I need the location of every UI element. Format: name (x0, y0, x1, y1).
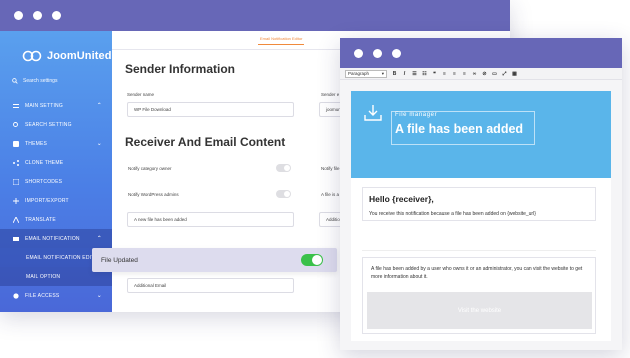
palette-icon (13, 140, 19, 147)
chevron-down-icon: ⌄ (96, 141, 102, 147)
notify-category-owner-toggle[interactable] (276, 164, 291, 172)
sidebar-item-label: TRANSLATE (25, 216, 56, 223)
sender-email-label: Sender e (321, 92, 340, 97)
sidebar-item-search-setting[interactable]: SEARCH SETTING (0, 115, 112, 134)
format-select[interactable]: Paragraph ▾ (345, 69, 387, 78)
receiver-heading: Receiver And Email Content (125, 135, 286, 149)
align-center-button[interactable]: ≡ (452, 71, 457, 77)
file-updated-toggle[interactable] (301, 254, 323, 266)
notify-file-label: Notify file (321, 166, 340, 171)
share-icon (13, 159, 19, 166)
sliders-icon (13, 103, 19, 108)
additional-email-input[interactable]: Additional Email (127, 278, 294, 293)
sidebar-item-label: MAIN SETTING (25, 102, 63, 109)
file-updated-row: File Updated (92, 248, 337, 272)
sidebar-item-label: CLONE THEME (25, 159, 64, 166)
email-hero: File manager A file has been added (351, 91, 611, 178)
bold-button[interactable]: B (392, 71, 397, 77)
brand-logo[interactable]: JoomUnited (0, 31, 112, 69)
sidebar-item-label: SEARCH SETTING (25, 121, 72, 128)
sidebar-item-label: SHORTCODES (25, 178, 63, 185)
align-left-button[interactable]: ≡ (442, 71, 447, 77)
sidebar-item-import-export[interactable]: IMPORT/EXPORT (0, 191, 112, 210)
sender-heading: Sender Information (125, 62, 236, 76)
window-dot-3[interactable] (392, 48, 401, 58)
notice-text: You receive this notification because a … (369, 211, 536, 217)
editor-toolbar: Paragraph ▾ B I ☰ ☷ ❝ ≡ ≡ ≡ ∞ ⊘ ▭ ⤢ ▦ (340, 68, 622, 80)
italic-button[interactable]: I (402, 71, 407, 77)
joomunited-logo-icon (22, 50, 42, 61)
sidebar-item-label: MAIL OPTION (26, 273, 61, 280)
sidebar-item-translate[interactable]: TRANSLATE (0, 210, 112, 229)
window-dot-1[interactable] (14, 11, 23, 20)
search-icon (12, 78, 18, 84)
bullet-list-button[interactable]: ☰ (412, 71, 417, 77)
file-is-label: A file is a (321, 192, 340, 197)
editor-window: Paragraph ▾ B I ☰ ☷ ❝ ≡ ≡ ≡ ∞ ⊘ ▭ ⤢ ▦ Fil… (340, 38, 622, 350)
file-updated-label: File Updated (101, 256, 138, 264)
fullscreen-button[interactable]: ⤢ (502, 71, 507, 77)
chevron-up-icon: ⌃ (96, 236, 102, 242)
window-dot-1[interactable] (354, 48, 363, 58)
sidebar-item-clone-theme[interactable]: CLONE THEME (0, 153, 112, 172)
window-dot-2[interactable] (373, 48, 382, 58)
new-file-subject-input[interactable]: A new file has been added (127, 212, 294, 227)
link-button[interactable]: ∞ (472, 71, 477, 77)
divider (362, 250, 596, 251)
sidebar-item-label: EMAIL NOTIFICATION EDITOR (26, 254, 103, 261)
search-placeholder: Search settings (23, 78, 58, 84)
chevron-up-icon: ⌃ (96, 103, 102, 109)
sidebar-item-label: THEMES (25, 140, 48, 147)
sender-name-label: Sender name (127, 92, 155, 97)
sidebar-item-file-access[interactable]: FILE ACCESS ⌄ (0, 286, 112, 305)
horizontal-rule-button[interactable]: ▭ (492, 71, 497, 77)
window-dot-2[interactable] (33, 11, 42, 20)
body-block[interactable]: A file has been added by a user who owns… (362, 257, 596, 334)
sender-name-input[interactable]: WP File Download (127, 102, 294, 117)
sidebar-item-label: IMPORT/EXPORT (25, 197, 69, 204)
sidebar-item-themes[interactable]: THEMES ⌄ (0, 134, 112, 153)
editor-window-titlebar (340, 38, 622, 68)
table-button[interactable]: ▦ (512, 71, 517, 77)
import-export-icon (13, 197, 19, 204)
sidebar-item-main-setting[interactable]: MAIN SETTING ⌃ (0, 96, 112, 115)
code-icon (13, 178, 19, 185)
greeting-text: Hello {receiver}, (369, 194, 434, 204)
chevron-down-icon: ⌄ (96, 293, 102, 299)
greeting-block[interactable]: Hello {receiver}, You receive this notif… (362, 187, 596, 221)
blockquote-button[interactable]: ❝ (432, 71, 437, 77)
unlink-button[interactable]: ⊘ (482, 71, 487, 77)
visit-website-button[interactable]: Visit the website (367, 292, 592, 329)
sidebar-item-email-notification[interactable]: EMAIL NOTIFICATION ⌃ (0, 229, 112, 248)
sidebar-item-label: EMAIL NOTIFICATION (25, 235, 80, 242)
settings-window-titlebar (0, 0, 510, 31)
brand-name: JoomUnited (47, 49, 112, 62)
settings-search[interactable]: Search settings (0, 73, 112, 89)
sidebar-item-label: FILE ACCESS (25, 292, 60, 299)
body-text: A file has been added by a user who owns… (371, 266, 583, 280)
screenshot-stage: JoomUnited Search settings MAIN SETTING … (0, 0, 630, 358)
search-icon (13, 121, 18, 127)
sidebar-item-shortcodes[interactable]: SHORTCODES (0, 172, 112, 191)
window-dot-3[interactable] (52, 11, 61, 20)
notify-wp-admins-toggle[interactable] (276, 190, 291, 198)
notify-wp-admins-label: Notify WordPress admins (128, 192, 179, 197)
download-icon (364, 105, 382, 121)
notify-category-owner-label: Notify category owner (128, 166, 172, 171)
hero-title: A file has been added (395, 122, 524, 136)
format-select-value: Paragraph (348, 70, 370, 76)
mail-icon (13, 236, 19, 241)
align-right-button[interactable]: ≡ (462, 71, 467, 77)
hero-subtitle: File manager (395, 112, 438, 118)
tab-email-notification-editor[interactable]: Email Notification Editor (258, 36, 305, 45)
info-icon (13, 292, 19, 299)
numbered-list-button[interactable]: ☷ (422, 71, 427, 77)
chevron-down-icon: ▾ (381, 70, 384, 76)
translate-icon (13, 216, 19, 223)
sidebar-menu: MAIN SETTING ⌃ SEARCH SETTING THEMES ⌄ C… (0, 96, 112, 305)
email-preview: File manager A file has been added Hello… (351, 91, 611, 341)
